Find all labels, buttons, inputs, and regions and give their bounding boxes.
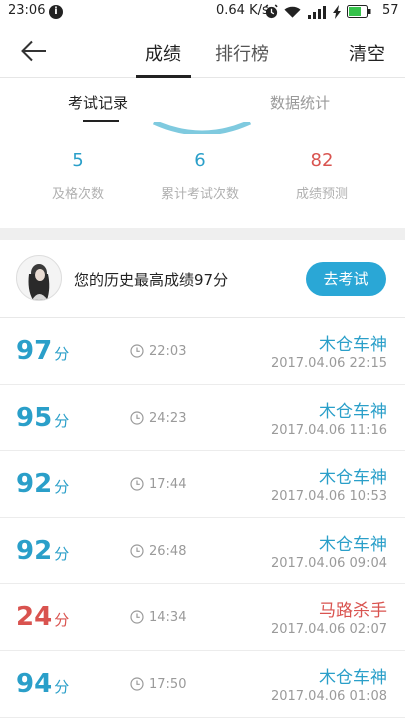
record-date: 2017.04.06 10:53 [270, 489, 387, 505]
record-duration: 17:50 [149, 676, 187, 692]
record-score-value: 24 [16, 602, 53, 633]
clock-icon [130, 410, 144, 425]
record-score-value: 97 [16, 336, 53, 366]
record-score-unit: 分 [54, 478, 70, 497]
clock-icon [130, 344, 144, 358]
record-date: 2017.04.06 02:07 [270, 622, 387, 638]
exam-record-list: 97 分 22:03 木仓车神 2017.04.06 22:15 95 分 24:23 木仓车神… [0, 318, 405, 718]
record-score-value: 95 [16, 402, 53, 433]
record-score-unit: 分 [54, 544, 70, 563]
stat-label: 成绩预测 [295, 187, 348, 202]
record-date: 2017.04.06 01:08 [270, 688, 387, 704]
record-duration: 17:44 [149, 477, 187, 493]
record-score-unit: 分 [54, 611, 70, 630]
record-date: 2017.04.06 11:16 [270, 422, 387, 438]
record-score-unit: 分 [54, 677, 70, 696]
stat-label: 累计考试次数 [160, 187, 239, 202]
record-score-unit: 分 [54, 345, 70, 363]
subtab-indicator [83, 120, 119, 122]
record-score: 92 分 [16, 469, 69, 499]
record-duration: 14:34 [149, 610, 187, 626]
record-date: 2017.04.06 22:15 [270, 356, 387, 371]
status-bar: 23:06 i 0.64 K/s 57 [0, 0, 405, 24]
go-exam-button[interactable]: 去考试 [306, 262, 386, 296]
battery-icon [347, 5, 371, 18]
record-score: 95 分 [16, 403, 69, 433]
clock-icon [130, 477, 144, 491]
best-score-row: 您的历史最高成绩97分 去考试 [0, 240, 405, 318]
stat-total-exams: 6 累计考试次数 [140, 150, 260, 202]
record-row[interactable]: 24 分 14:34 马路杀手 2017.04.06 02:07 [0, 584, 405, 651]
record-title: 木仓车神 [319, 667, 387, 688]
clock-icon [130, 544, 144, 558]
gauge-arc [152, 122, 252, 134]
record-score-value: 92 [16, 535, 53, 566]
signal-icon [308, 5, 326, 19]
record-title: 木仓车神 [319, 335, 387, 355]
subtab-exam-records[interactable]: 考试记录 [68, 92, 128, 113]
clock-icon [130, 677, 144, 691]
clock-icon [130, 610, 144, 624]
record-title: 木仓车神 [319, 401, 387, 422]
back-arrow-icon [21, 40, 46, 62]
alarm-icon [265, 4, 278, 19]
record-score: 97 分 [16, 336, 69, 366]
record-row[interactable]: 97 分 22:03 木仓车神 2017.04.06 22:15 [0, 318, 405, 385]
charging-icon [333, 4, 341, 19]
network-speed: 0.64 K/s [216, 3, 269, 18]
record-row[interactable]: 92 分 26:48 木仓车神 2017.04.06 09:04 [0, 517, 405, 585]
info-icon: i [49, 5, 63, 19]
section-divider [0, 228, 405, 240]
wifi-icon [284, 6, 301, 18]
back-button[interactable] [20, 38, 48, 64]
stat-value: 5 [72, 150, 84, 171]
record-date: 2017.04.06 09:04 [270, 555, 387, 571]
record-score: 24 分 [16, 602, 69, 632]
record-title: 木仓车神 [319, 468, 387, 489]
record-title: 马路杀手 [319, 601, 387, 622]
record-score-unit: 分 [54, 411, 70, 430]
stat-value: 6 [194, 150, 206, 171]
avatar[interactable] [16, 255, 62, 301]
record-score-value: 92 [16, 469, 53, 500]
record-title: 木仓车神 [319, 534, 387, 555]
record-duration: 26:48 [149, 543, 187, 559]
stat-label: 及格次数 [51, 187, 104, 202]
record-row[interactable]: 92 分 17:44 木仓车神 2017.04.06 10:53 [0, 451, 405, 518]
tab-leaderboard[interactable]: 排行榜 [215, 40, 269, 66]
battery-level: 57 [382, 3, 399, 18]
stat-value: 82 [310, 150, 334, 171]
record-row[interactable]: 94 分 17:50 木仓车神 2017.04.06 01:08 [0, 650, 405, 718]
record-score-value: 94 [16, 668, 53, 699]
sub-tabs: 考试记录 数据统计 [0, 78, 405, 124]
record-duration: 24:23 [149, 410, 187, 426]
status-time: 23:06 [8, 3, 46, 18]
stats-panel: 5 及格次数 6 累计考试次数 82 成绩预测 [0, 122, 405, 228]
record-score: 92 分 [16, 536, 69, 566]
best-score-text: 您的历史最高成绩97分 [74, 271, 229, 289]
top-navigation: 成绩 排行榜 清空 [0, 24, 405, 78]
tab-score[interactable]: 成绩 [145, 40, 181, 66]
stat-score-prediction: 82 成绩预测 [262, 150, 382, 202]
record-duration: 22:03 [149, 344, 187, 359]
record-score: 94 分 [16, 669, 69, 699]
record-row[interactable]: 95 分 24:23 木仓车神 2017.04.06 11:16 [0, 384, 405, 452]
subtab-data-stats[interactable]: 数据统计 [270, 92, 330, 113]
clear-button[interactable]: 清空 [349, 40, 385, 66]
stat-pass-count: 5 及格次数 [18, 150, 138, 202]
